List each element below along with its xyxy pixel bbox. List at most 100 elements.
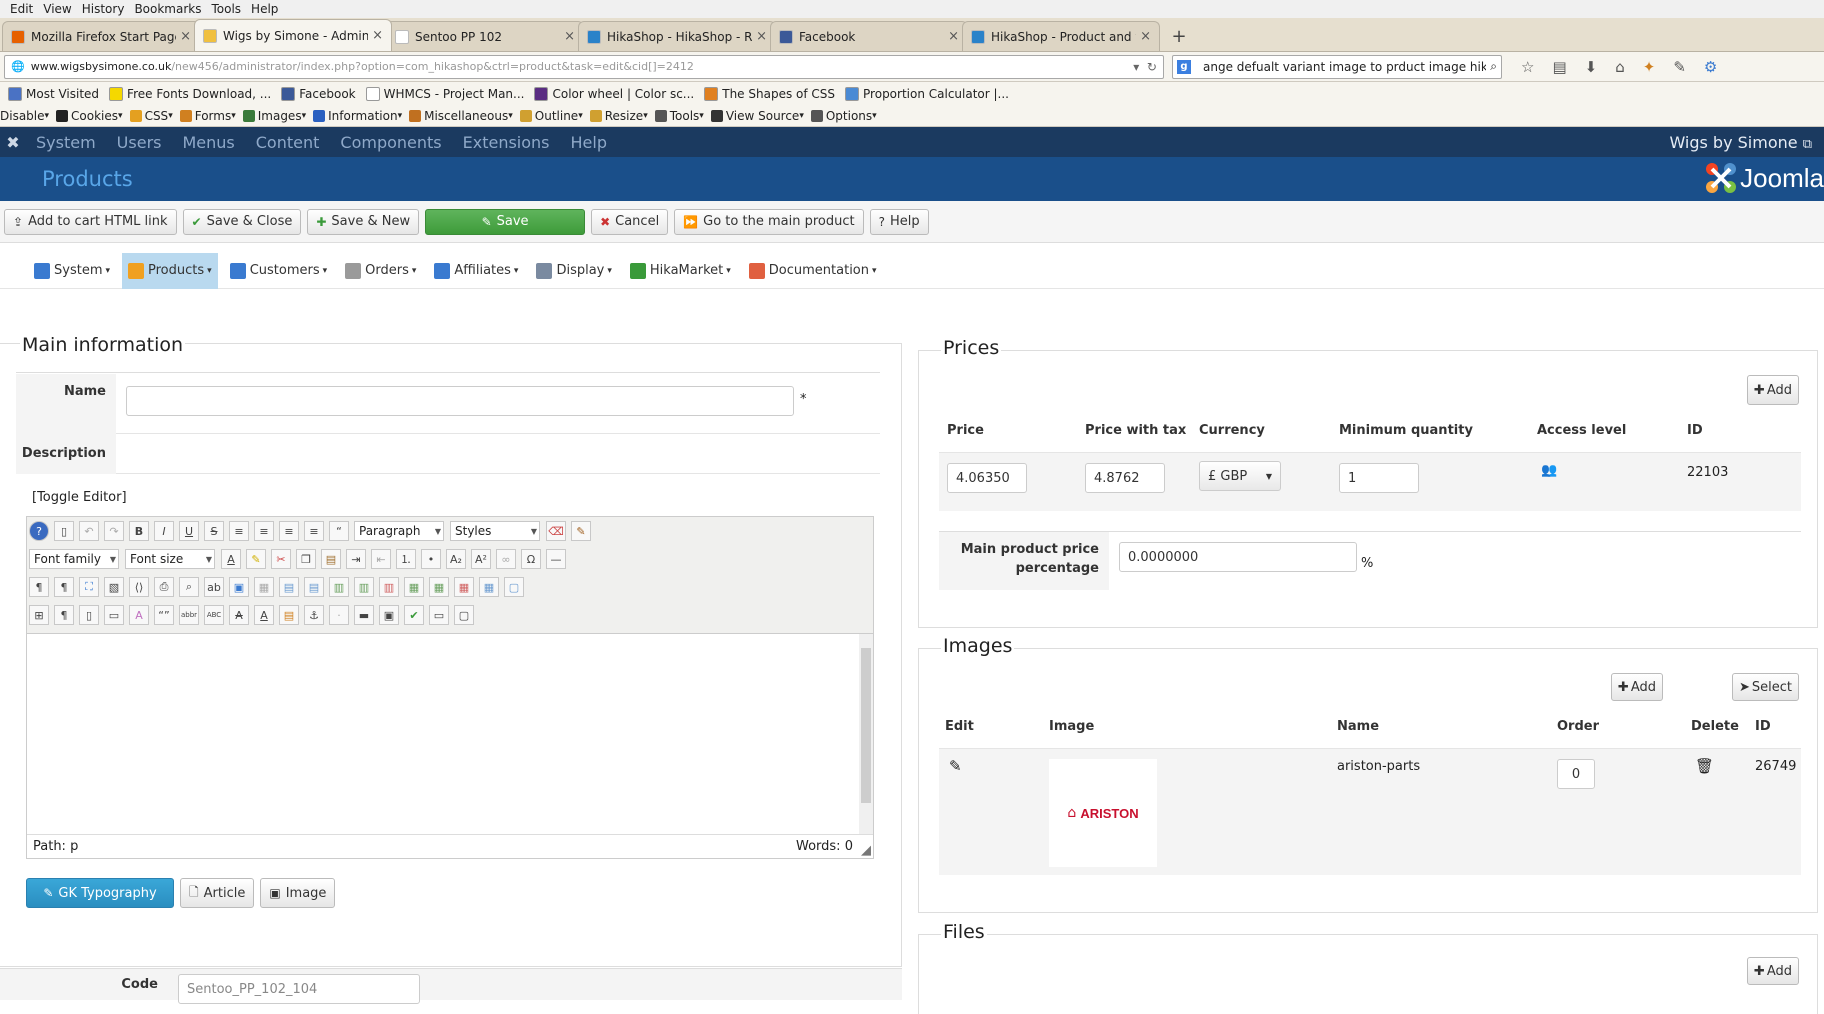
underline-icon[interactable]: U	[179, 521, 199, 541]
main-pct-input[interactable]: 0.0000000	[1119, 542, 1357, 572]
table-icon[interactable]: ▤	[279, 577, 299, 597]
fullscreen-icon[interactable]: ⛶	[79, 577, 99, 597]
toolbar-button-save-close[interactable]: ✔ Save & Close	[182, 208, 302, 235]
delete-trash-icon[interactable]: 🗑	[1695, 757, 1714, 775]
add-file-button[interactable]: ✚ Add	[1746, 957, 1799, 985]
editor-button-article[interactable]: 🗋 Article	[180, 878, 255, 908]
webdev-menu-resize[interactable]: Resize ▾	[589, 109, 648, 123]
toolbar-button-save[interactable]: ✎ Save	[425, 208, 586, 235]
menu-edit[interactable]: Edit	[10, 2, 33, 16]
path-value[interactable]: p	[70, 839, 78, 854]
bold-icon[interactable]: B	[129, 521, 149, 541]
hikashop-menu-affiliates[interactable]: Affiliates ▾	[428, 253, 524, 289]
image-thumbnail[interactable]: ⌂ ARISTON	[1049, 759, 1157, 867]
toggle-editor-link[interactable]: [Toggle Editor]	[32, 490, 127, 505]
min-qty-input[interactable]: 1	[1339, 463, 1419, 493]
menu-view[interactable]: View	[43, 2, 71, 16]
bookmark-star-icon[interactable]: ☆	[1521, 58, 1534, 76]
webdev-menu-tools[interactable]: Tools ▾	[654, 109, 704, 123]
close-icon[interactable]: ×	[756, 29, 767, 44]
webdev-menu-cookies[interactable]: Cookies ▾	[56, 109, 123, 123]
align-left-icon[interactable]: ≡	[279, 521, 299, 541]
text-color-icon[interactable]: A	[221, 549, 241, 569]
template-icon[interactable]: ▯	[79, 605, 99, 625]
table-col-add-icon[interactable]: ▥	[354, 577, 374, 597]
edit-pencil-icon[interactable]: ✎	[949, 757, 962, 775]
hikashop-menu-customers[interactable]: Customers ▾	[224, 253, 333, 289]
menu-help[interactable]: Help	[251, 2, 278, 16]
bookmark-item[interactable]: Facebook	[281, 87, 356, 101]
search-input[interactable]: ange defualt variant image to prduct ima…	[1203, 60, 1486, 74]
hr-icon[interactable]: ▭	[429, 605, 449, 625]
browser-tab[interactable]: HikaShop - Product and va... ×	[962, 21, 1160, 51]
highlight-color-icon[interactable]: ✎	[246, 549, 266, 569]
visual-aid-icon[interactable]: ⊞	[29, 605, 49, 625]
insert-image-icon[interactable]: ▣	[379, 605, 399, 625]
url-bar[interactable]: 🌐 www.wigsbysimone.co.uk /new456/adminis…	[4, 54, 1164, 79]
addon-icon[interactable]: ⚙	[1704, 58, 1717, 76]
browser-tab[interactable]: Mozilla Firefox Start Page ×	[2, 21, 200, 51]
anchor-icon[interactable]: ⚓	[304, 605, 324, 625]
name-input[interactable]	[126, 386, 794, 416]
toolbar-button-add-to-cart-html-link[interactable]: ⇪ Add to cart HTML link	[4, 208, 177, 235]
strikethrough-icon[interactable]: S	[204, 521, 224, 541]
toolbar-button-cancel[interactable]: ✖ Cancel	[591, 208, 669, 235]
horizontal-rule-icon[interactable]: —	[546, 549, 566, 569]
toolbar-button-help[interactable]: ? Help	[869, 208, 929, 235]
home-icon[interactable]: ⌂	[1615, 58, 1625, 76]
table-props-icon[interactable]: ▦	[479, 577, 499, 597]
downloads-icon[interactable]: ⬇	[1585, 58, 1598, 76]
add-price-button[interactable]: ✚ Add	[1746, 375, 1799, 405]
webdev-menu-miscellaneous[interactable]: Miscellaneous ▾	[409, 109, 513, 123]
joomla-icon[interactable]: ✖	[0, 133, 26, 152]
webdev-menu-forms[interactable]: Forms ▾	[179, 109, 236, 123]
italic-icon[interactable]: I	[154, 521, 174, 541]
link-icon[interactable]: ∞	[496, 549, 516, 569]
webdev-menu-outline[interactable]: Outline ▾	[519, 109, 583, 123]
hikashop-menu-orders[interactable]: Orders ▾	[339, 253, 422, 289]
close-icon[interactable]: ×	[1140, 29, 1151, 44]
menu-history[interactable]: History	[82, 2, 125, 16]
styles-select[interactable]: Styles ▼	[450, 521, 540, 541]
ordered-list-icon[interactable]: ⒈	[396, 549, 416, 569]
webdev-menu-disable[interactable]: Disable ▾	[0, 109, 49, 123]
webdev-menu-information[interactable]: Information ▾	[313, 109, 402, 123]
special-char-icon[interactable]: Ω	[521, 549, 541, 569]
select-image-button[interactable]: ➤ Select	[1731, 673, 1799, 701]
print-icon[interactable]: ⎙	[154, 577, 174, 597]
site-link[interactable]: Wigs by Simone ⧉	[1669, 133, 1812, 152]
top-menu-menus[interactable]: Menus	[182, 133, 234, 152]
blockquote-icon[interactable]: “	[329, 521, 349, 541]
scrollbar-thumb[interactable]	[861, 648, 871, 803]
browser-tab[interactable]: Facebook ×	[770, 21, 968, 51]
insert-text-icon[interactable]: A	[254, 605, 274, 625]
indent-icon[interactable]: ⇥	[346, 549, 366, 569]
bullet-list-icon[interactable]: •	[421, 549, 441, 569]
site-identity-icon[interactable]: 🌐	[11, 60, 25, 73]
eraser-icon[interactable]: ⌫	[546, 521, 566, 541]
editor-button-gk-typography[interactable]: ✎ GK Typography	[26, 878, 174, 908]
rtl-icon[interactable]: ¶	[54, 577, 74, 597]
replace-icon[interactable]: ab	[204, 577, 224, 597]
align-center-icon[interactable]: ≡	[254, 521, 274, 541]
webdev-menu-options[interactable]: Options ▾	[810, 109, 877, 123]
hikashop-menu-hikamarket[interactable]: HikaMarket ▾	[624, 253, 737, 289]
format-select[interactable]: Paragraph ▼	[354, 521, 444, 541]
redo-icon[interactable]: ↷	[104, 521, 124, 541]
browser-tab[interactable]: Wigs by Simone - Adminis...×	[194, 19, 392, 51]
hikashop-menu-system[interactable]: System ▾	[28, 253, 116, 289]
close-icon[interactable]: ×	[372, 28, 383, 43]
outdent-icon[interactable]: ⇤	[371, 549, 391, 569]
toolbar-button-go-to-the-main-product[interactable]: ⏩ Go to the main product	[674, 208, 864, 235]
spellcheck-icon[interactable]: ✔	[404, 605, 424, 625]
styleprops-icon[interactable]: A	[129, 605, 149, 625]
table-merge-icon[interactable]: ▦	[404, 577, 424, 597]
table-cell-icon[interactable]: ▢	[504, 577, 524, 597]
menu-tools[interactable]: Tools	[211, 2, 241, 16]
close-icon[interactable]: ×	[564, 29, 575, 44]
layer-icon[interactable]: ▭	[104, 605, 124, 625]
justify-icon[interactable]: ≡	[229, 521, 249, 541]
find-icon[interactable]: ⌕	[179, 577, 199, 597]
help-icon[interactable]: ?	[29, 521, 49, 541]
hikashop-menu-documentation[interactable]: Documentation ▾	[743, 253, 883, 289]
